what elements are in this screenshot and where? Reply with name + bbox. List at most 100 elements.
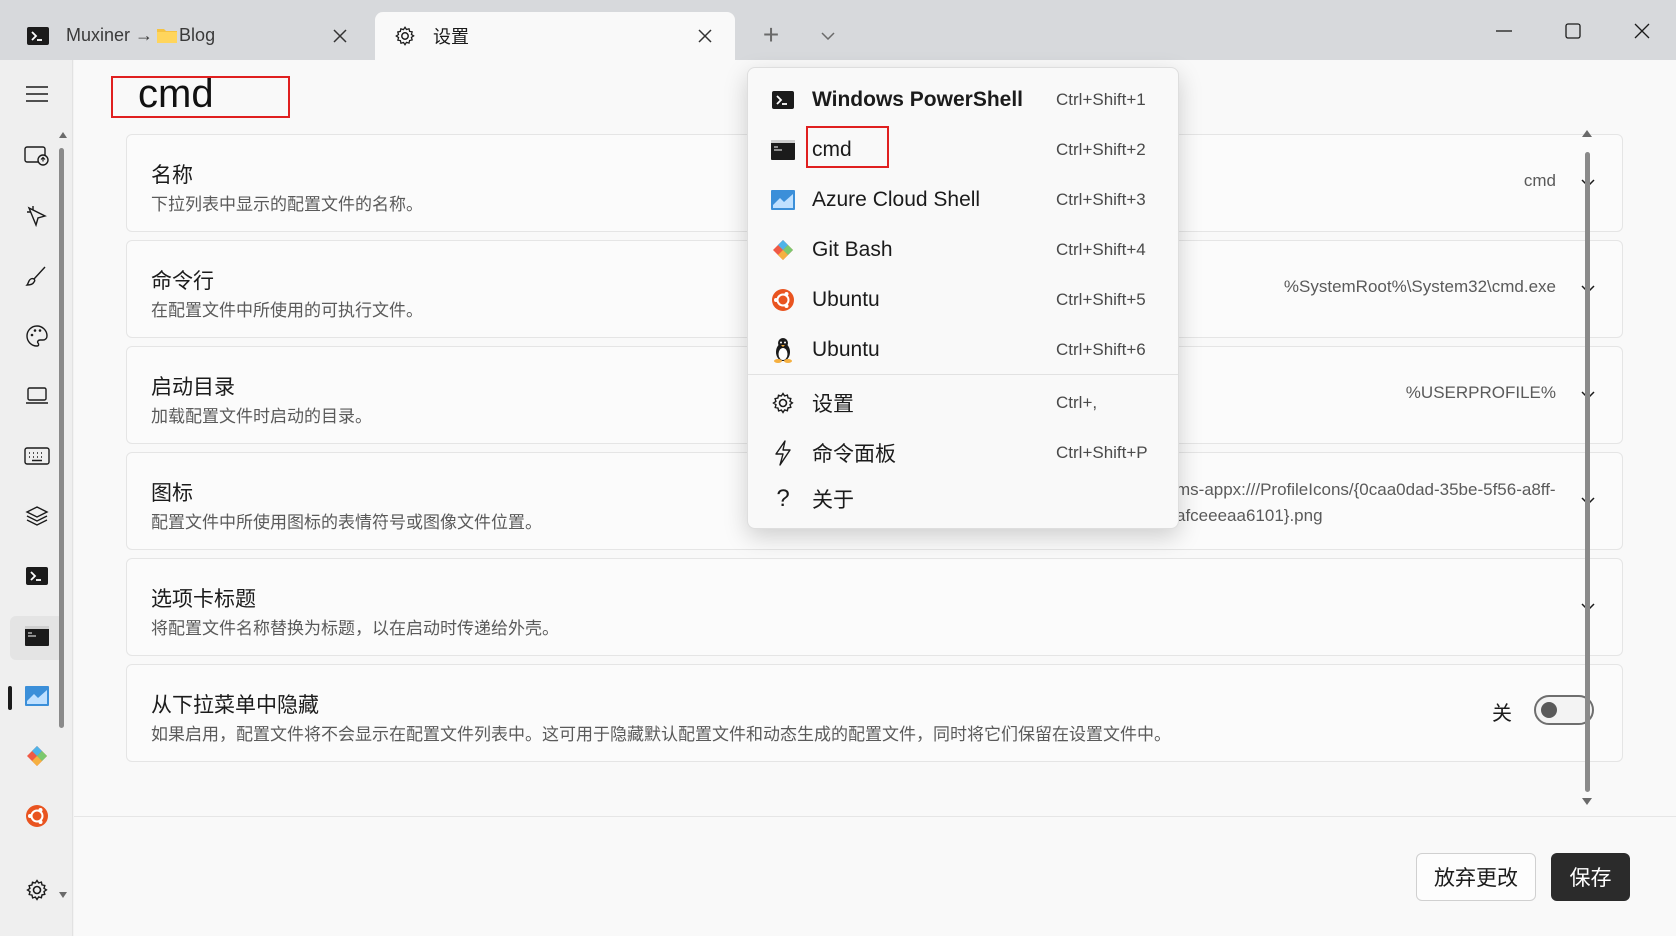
git-icon (25, 744, 49, 773)
setting-description: 将配置文件名称替换为标题，以在启动时传递给外壳。 (151, 619, 559, 638)
setting-value: %SystemRoot%\System32\cmd.exe (1283, 277, 1556, 296)
menu-item-label: Azure Cloud Shell (812, 188, 981, 211)
new-tab-button[interactable]: + (755, 20, 787, 52)
rail-scrollbar[interactable] (59, 132, 67, 898)
tab-settings[interactable]: 设置 (375, 12, 735, 60)
nav-profile-git[interactable] (10, 736, 64, 780)
nav-rendering[interactable] (10, 376, 64, 420)
git-icon (770, 237, 796, 263)
title-bar: Muxiner → Blog 设置 + (0, 0, 1676, 60)
arrow-right-icon: → (135, 24, 154, 45)
setting-title: 名称 (151, 164, 193, 187)
powershell-icon (770, 87, 796, 113)
footer-divider (74, 816, 1676, 817)
powershell-icon (26, 566, 48, 590)
scroll-up-arrow[interactable] (59, 132, 67, 138)
menu-item-label: 关于 (812, 489, 854, 512)
nav-profile-ubuntu[interactable] (10, 796, 64, 840)
menu-item-azure-cloud-shell[interactable]: Azure Cloud Shell Ctrl+Shift+3 (748, 177, 1178, 223)
nav-actions[interactable] (10, 436, 64, 480)
menu-item-shortcut: Ctrl+Shift+4 (1056, 240, 1146, 259)
menu-item-label: Windows PowerShell (812, 88, 1024, 111)
menu-item-label: Ubuntu (812, 288, 880, 311)
menu-item-label: Ubuntu (812, 338, 880, 361)
tab-muxiner[interactable]: Muxiner → Blog (8, 12, 370, 60)
setting-title: 选项卡标题 (151, 588, 256, 611)
gear-icon (770, 390, 796, 416)
scrollbar-thumb[interactable] (59, 148, 64, 728)
nav-profile-powershell[interactable] (10, 556, 64, 600)
setting-value: %USERPROFILE% (1405, 383, 1556, 402)
close-tab-button[interactable] (693, 24, 717, 48)
tab-label: 设置 (433, 27, 469, 47)
profile-dropdown-button[interactable] (812, 20, 844, 52)
menu-item-git-bash[interactable]: Git Bash Ctrl+Shift+4 (748, 227, 1178, 273)
chevron-down-icon (821, 27, 835, 45)
nav-profile-azure[interactable] (10, 676, 64, 720)
setting-value: cmd (1523, 171, 1556, 190)
hamburger-menu-button[interactable] (10, 74, 64, 118)
startup-icon (24, 144, 50, 173)
nav-open-settings[interactable] (10, 870, 64, 914)
menu-item-settings[interactable]: 设置 Ctrl+, (748, 380, 1178, 426)
discard-changes-button[interactable]: 放弃更改 (1416, 853, 1536, 901)
save-button[interactable]: 保存 (1551, 853, 1630, 901)
nav-profile-cmd[interactable] (10, 616, 64, 660)
menu-item-label: 命令面板 (812, 443, 896, 466)
maximize-button[interactable] (1553, 14, 1593, 48)
setting-title: 启动目录 (151, 376, 235, 399)
cursor-click-icon (25, 204, 49, 233)
nav-color-schemes[interactable] (10, 316, 64, 360)
lightning-icon (770, 440, 796, 466)
title-highlight-box (111, 76, 290, 118)
menu-item-shortcut: Ctrl+Shift+P (1056, 443, 1148, 462)
menu-item-label: Git Bash (812, 238, 893, 261)
scroll-up-arrow[interactable] (1582, 130, 1592, 137)
folder-icon (157, 27, 178, 48)
cmd-icon (25, 625, 49, 651)
setting-description: 在配置文件中所使用的可执行文件。 (151, 301, 423, 320)
setting-description: 下拉列表中显示的配置文件的名称。 (151, 195, 423, 214)
menu-item-shortcut: Ctrl+Shift+2 (1056, 140, 1146, 159)
close-tab-button[interactable] (328, 24, 352, 48)
scroll-down-arrow[interactable] (1582, 798, 1592, 805)
scroll-down-arrow[interactable] (59, 892, 67, 898)
nav-appearance[interactable] (10, 256, 64, 300)
laptop-icon (25, 386, 49, 411)
scrollbar-thumb[interactable] (1585, 152, 1590, 792)
setting-tab-title[interactable]: 选项卡标题 将配置文件名称替换为标题，以在启动时传递给外壳。 (126, 558, 1623, 656)
cmd-highlight-box (806, 126, 889, 168)
keyboard-icon (24, 446, 50, 470)
nav-startup[interactable] (10, 136, 64, 180)
palette-icon (25, 324, 49, 353)
question-icon: ? (776, 485, 790, 512)
nav-interaction[interactable] (10, 196, 64, 240)
main-scrollbar[interactable] (1580, 130, 1596, 810)
minimize-button[interactable] (1484, 14, 1524, 48)
menu-item-windows-powershell[interactable]: Windows PowerShell Ctrl+Shift+1 (748, 77, 1178, 123)
menu-item-ubuntu-2[interactable]: Ubuntu Ctrl+Shift+6 (748, 327, 1178, 373)
menu-item-shortcut: Ctrl+Shift+3 (1056, 190, 1146, 209)
menu-item-ubuntu[interactable]: Ubuntu Ctrl+Shift+5 (748, 277, 1178, 323)
azure-icon (25, 685, 49, 711)
menu-item-command-palette[interactable]: 命令面板 Ctrl+Shift+P (748, 430, 1178, 476)
menu-item-shortcut: Ctrl+, (1056, 393, 1098, 412)
toggle-knob (1541, 702, 1557, 718)
setting-title: 图标 (151, 482, 193, 505)
terminal-icon (26, 24, 50, 48)
menu-item-about[interactable]: ? 关于 (748, 476, 1178, 522)
cmd-icon (770, 137, 796, 163)
setting-description: 配置文件中所使用图标的表情符号或图像文件位置。 (151, 513, 542, 532)
setting-hide-from-dropdown: 从下拉菜单中隐藏 如果启用，配置文件将不会显示在配置文件列表中。这可用于隐藏默认… (126, 664, 1623, 762)
navigation-rail (0, 60, 73, 936)
setting-title: 从下拉菜单中隐藏 (151, 694, 319, 717)
menu-item-shortcut: Ctrl+Shift+6 (1056, 340, 1146, 359)
close-window-button[interactable] (1622, 14, 1662, 48)
menu-separator (748, 374, 1178, 375)
toggle-state-label: 关 (1492, 703, 1512, 725)
azure-icon (770, 187, 796, 213)
tab-label: Muxiner → Blog (66, 25, 328, 48)
setting-title: 命令行 (151, 270, 214, 293)
nav-defaults[interactable] (10, 496, 64, 540)
layers-icon (25, 504, 49, 533)
